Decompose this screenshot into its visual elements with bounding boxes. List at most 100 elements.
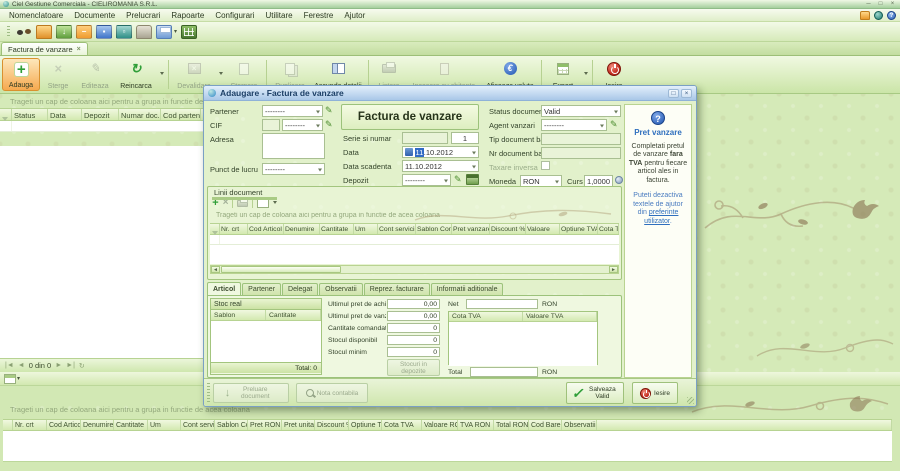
edit-pencil-icon[interactable] [454,174,465,186]
column-header-data[interactable]: Data [48,109,82,120]
chevron-down-icon[interactable] [472,165,476,170]
preferinte-utilizator-link[interactable]: preferinte utilizator [644,209,678,225]
printer-icon[interactable] [156,25,172,39]
lines-grid-body-empty[interactable] [3,431,892,462]
column-header-cota-tva[interactable]: Cota TVA [449,312,523,321]
stocul-minim-field[interactable]: 0 [387,347,440,357]
agent-vanzari-select[interactable]: -------- [541,119,607,131]
editeaza-button[interactable]: Editeaza [76,58,114,91]
column-header-valoare-tva[interactable]: Valoare TVA [523,312,597,321]
column-header-depozit[interactable]: Depozit [82,109,119,120]
column-header-status[interactable]: Status [12,109,48,120]
print-icon[interactable] [237,200,248,207]
nota-contabila-button[interactable]: Nota contabila [296,383,368,403]
adresa-textarea[interactable] [262,133,325,159]
doc-teal-icon[interactable]: ▫ [116,25,132,39]
tab-articol[interactable]: Articol [207,282,241,295]
salveaza-valid-button[interactable]: Salveaza Valid [566,382,624,404]
column-header-um[interactable]: Um [354,224,378,234]
pager-refresh-icon[interactable]: ↻ [79,362,85,370]
dialog-close-icon[interactable]: × [681,89,692,98]
printer-dropdown-icon[interactable]: ▾ [174,28,177,35]
column-header-cod-bare[interactable]: Cod Bare [529,420,562,430]
column-header-nr-crt[interactable]: Nr. crt [220,224,248,234]
column-header-cantitate[interactable]: Cantitate [114,420,148,430]
menu-utilitare[interactable]: Utilitare [260,10,297,21]
sterge-button[interactable]: Sterge [41,58,75,91]
reincarca-dropdown-icon[interactable] [158,58,165,91]
tab-reprez-facturare[interactable]: Reprez. facturare [364,283,430,295]
numar-field[interactable]: 1 [451,132,479,144]
lines-grid-body-empty[interactable] [210,245,619,264]
tva-body-empty[interactable] [449,322,597,366]
column-header-observatii[interactable]: Observatii [562,420,597,430]
partener-select[interactable]: -------- [262,105,323,117]
menu-ajutor[interactable]: Ajutor [339,10,370,21]
layout-icon[interactable] [257,198,269,208]
nr-document-baza-field[interactable] [541,147,621,159]
box-in-icon[interactable]: ↓ [56,25,72,39]
bag-icon[interactable] [36,25,52,39]
edit-pencil-icon[interactable] [325,105,336,117]
total-field[interactable] [470,367,538,377]
depozit-select[interactable]: -------- [402,174,451,186]
menu-configurari[interactable]: Configurari [210,10,259,21]
column-header-total-ron[interactable]: Total RON [494,420,529,430]
column-header-sablon-cont[interactable]: Sablon Cont [215,420,248,430]
column-header-cota-tva[interactable]: Cota TVA [382,420,422,430]
ultimul-pret-vanzare-field[interactable]: 0,00 [387,311,440,321]
horizontal-scrollbar[interactable]: ◄ ► [210,265,619,274]
tab-observatii[interactable]: Observatii [319,283,363,295]
punct-de-lucru-select[interactable]: -------- [262,163,325,175]
menu-rapoarte[interactable]: Rapoarte [166,10,209,21]
tab-delegat[interactable]: Delegat [282,283,318,295]
column-header-cantitate[interactable]: Cantitate [266,310,321,320]
column-header-cota-tva[interactable]: Cota TVA [598,224,619,234]
close-icon[interactable]: × [888,1,897,8]
ultimul-pret-achizitie-field[interactable]: 0,00 [387,299,440,309]
column-header-sablon-cont[interactable]: Sablon Cont [416,224,452,234]
column-header-denumire[interactable]: Denumire [81,420,114,430]
scroll-left-icon[interactable]: ◄ [211,266,220,273]
dialog-titlebar[interactable]: Adaugare - Factura de vanzare □ × [204,86,696,101]
scroll-right-icon[interactable]: ► [609,266,618,273]
pager-first-icon[interactable]: |◄ [5,362,14,369]
doc-blue-icon[interactable]: ▪ [96,25,112,39]
data-date-field[interactable]: 11 .10.2012 [402,146,479,158]
preluare-document-button[interactable]: Preluare document [213,383,289,403]
minimize-icon[interactable]: ─ [864,1,873,8]
layout-dropdown-icon[interactable]: ▾ [17,375,20,382]
tab-partener[interactable]: Partener [242,283,281,295]
chevron-down-icon[interactable] [472,151,476,156]
serie-field[interactable] [402,132,448,144]
data-scadenta-field[interactable]: 11.10.2012 [402,160,479,172]
reincarca-button[interactable]: Reincarca [115,58,157,91]
cif-select[interactable]: -------- [282,119,323,131]
tab-informatii-aditionale[interactable]: Informatii aditionale [431,283,504,295]
warehouse-icon[interactable] [466,174,479,185]
column-header-cod-articol[interactable]: Cod Articol [47,420,81,430]
stocul-disponibil-field[interactable]: 0 [387,335,440,345]
scrollbar-thumb[interactable] [221,266,341,273]
stocuri-in-depozite-button[interactable]: Stocuri in depozite [387,359,440,376]
column-header-optiune-tva[interactable]: Optiune TVA [349,420,382,430]
cif-prefix-field[interactable] [262,119,280,131]
column-header-cod-partener[interactable]: Cod partener [161,109,201,120]
column-header-valoare[interactable]: Valoare [526,224,560,234]
help-icon[interactable] [887,11,896,20]
chevron-down-icon[interactable] [273,201,277,206]
column-header-pret-unitar[interactable]: Pret unitar... [282,420,315,430]
column-header-discount[interactable]: Discount % [315,420,349,430]
stamp-icon[interactable] [136,25,152,39]
lines-filter-row[interactable] [210,235,619,245]
column-header-cod-articol[interactable]: Cod Articol [248,224,284,234]
resize-grip[interactable] [687,397,694,404]
column-header-nr-crt[interactable]: Nr. crt [13,420,47,430]
column-header-denumire[interactable]: Denumire [284,224,320,234]
partner-icon[interactable] [16,25,32,39]
menu-prelucrari[interactable]: Prelucrari [121,10,165,21]
column-header-sablon[interactable]: Sablon [211,310,266,320]
column-header-optiune-tva[interactable]: Optiune TVA [560,224,598,234]
column-header-numar-doc[interactable]: Numar doc... [119,109,161,120]
column-header-um[interactable]: Um [148,420,181,430]
